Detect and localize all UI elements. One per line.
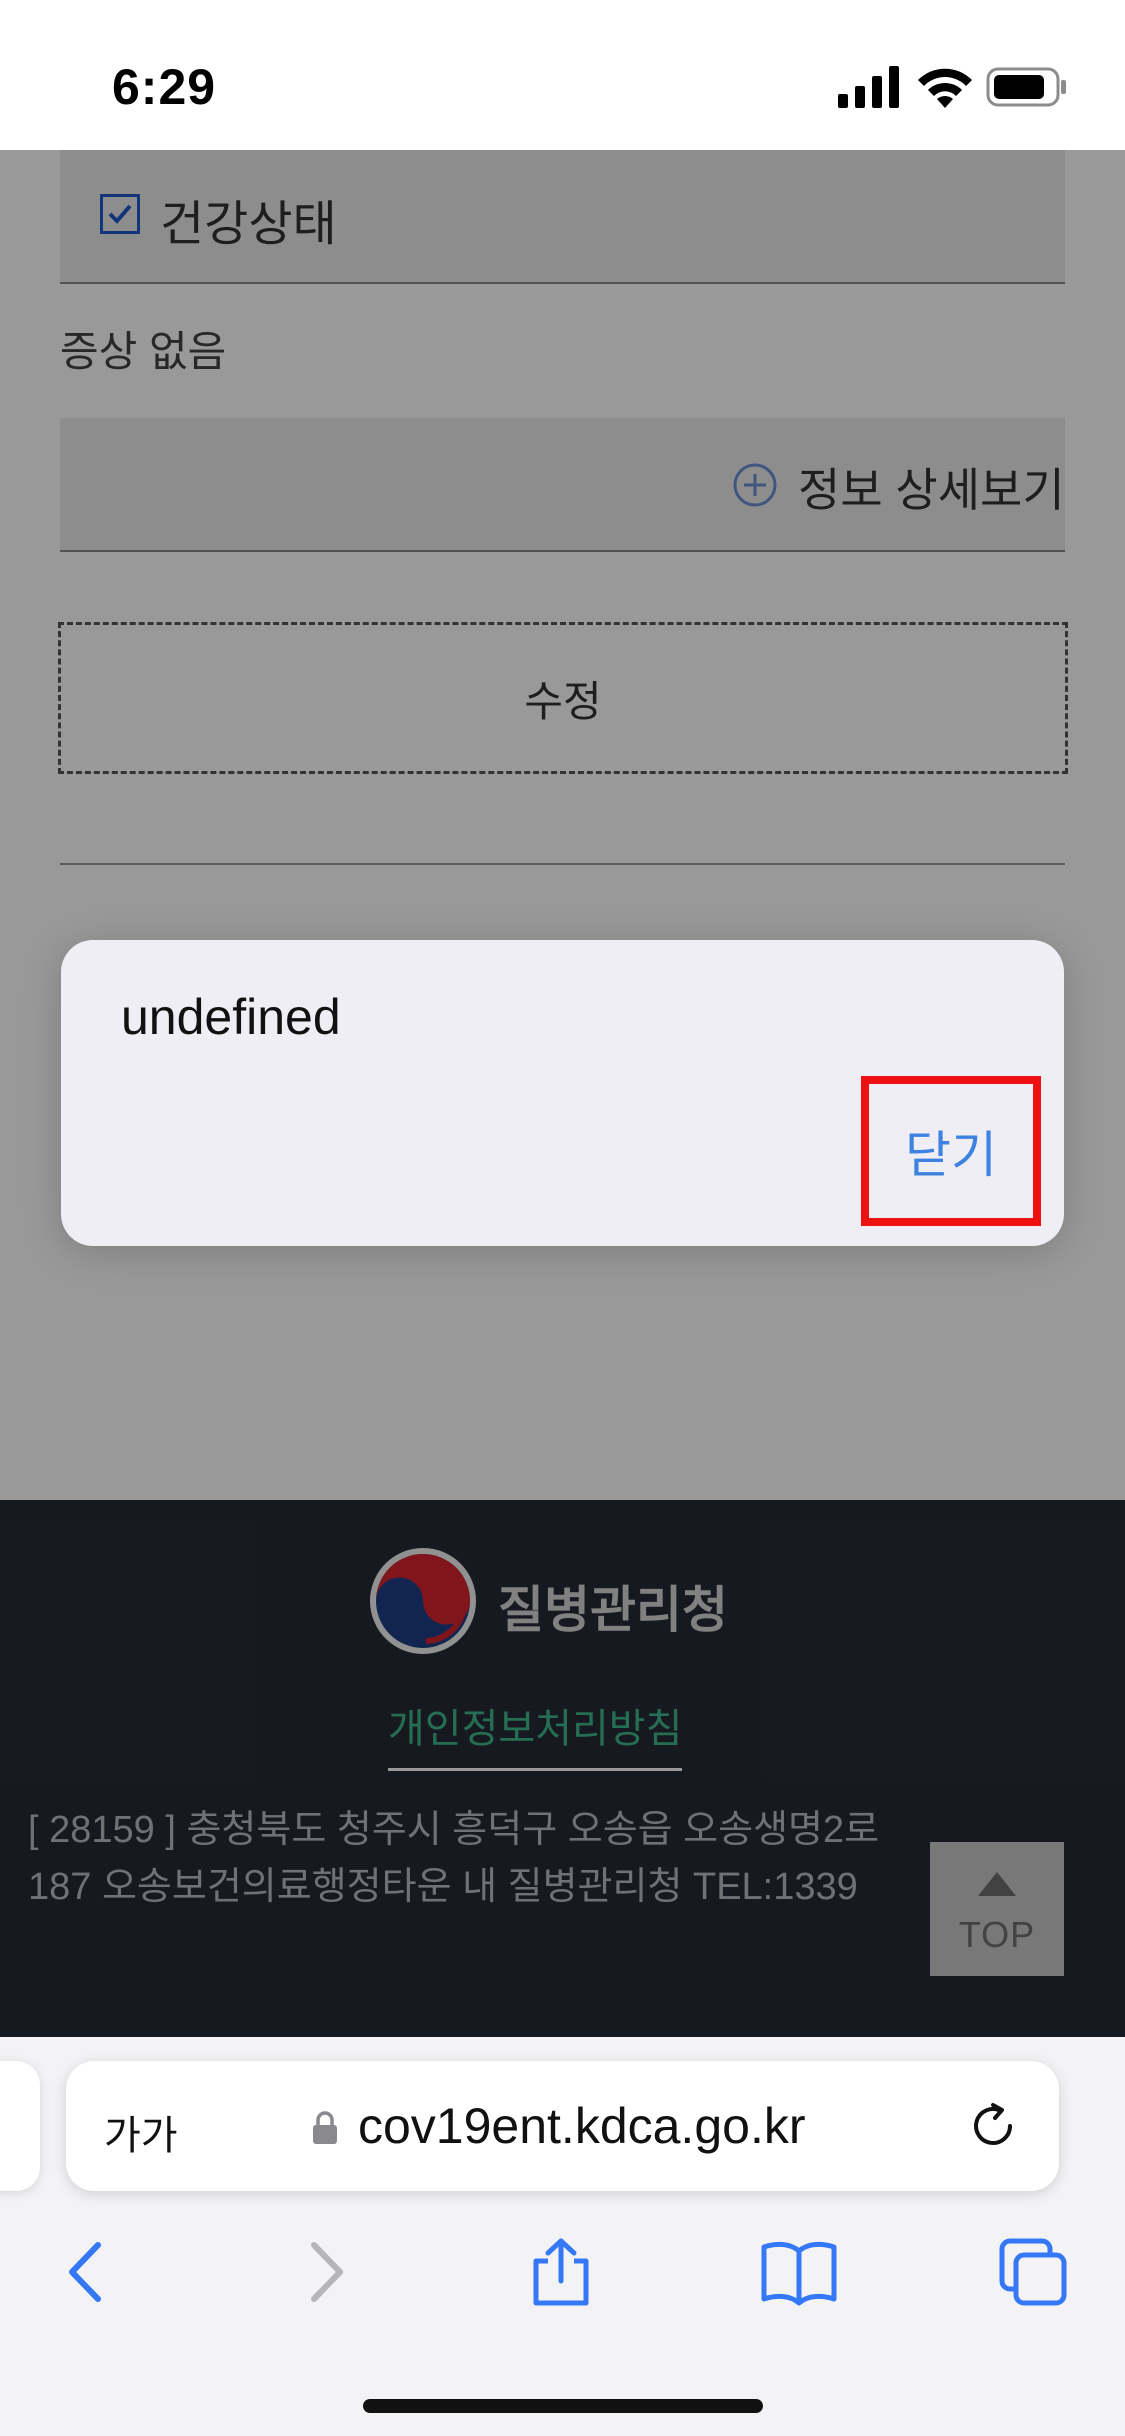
close-button[interactable]: 닫기 xyxy=(861,1076,1041,1226)
status-bar: 6:29 xyxy=(0,0,1125,150)
battery-icon xyxy=(986,67,1066,107)
wifi-icon xyxy=(918,68,972,108)
status-time: 6:29 xyxy=(112,59,217,115)
alert-message: undefined xyxy=(121,989,341,1045)
url-text[interactable]: cov19ent.kdca.go.kr xyxy=(358,2097,806,2155)
home-indicator[interactable] xyxy=(363,2399,763,2413)
tabs-icon[interactable] xyxy=(998,2237,1070,2307)
lock-icon xyxy=(313,2111,337,2144)
share-icon[interactable] xyxy=(526,2237,596,2307)
back-icon[interactable] xyxy=(62,2237,108,2307)
cellular-signal-icon xyxy=(838,66,899,108)
forward-icon[interactable] xyxy=(304,2237,350,2307)
bookmarks-icon[interactable] xyxy=(760,2237,838,2307)
previous-tab-peek[interactable] xyxy=(0,2061,40,2191)
reload-icon[interactable] xyxy=(966,2099,1020,2153)
text-size-button[interactable]: 가가 xyxy=(104,2103,178,2161)
alert-dialog: undefined 닫기 xyxy=(61,940,1064,1246)
address-bar[interactable]: 가가 cov19ent.kdca.go.kr xyxy=(66,2061,1059,2191)
browser-toolbar: 가가 cov19ent.kdca.go.kr xyxy=(0,2037,1125,2436)
